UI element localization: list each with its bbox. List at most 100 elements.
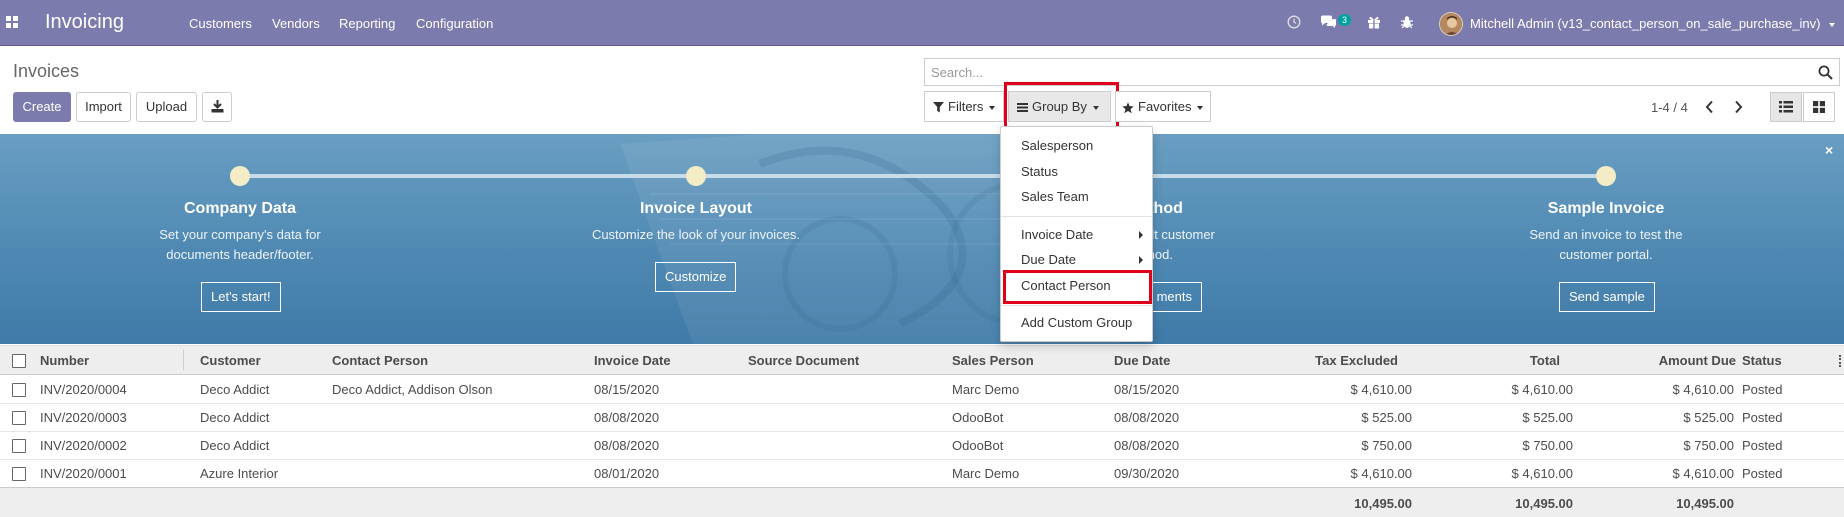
column-header-status[interactable]: Status: [1742, 353, 1782, 368]
cell-due-date: 09/30/2020: [1114, 466, 1180, 481]
user-menu[interactable]: Mitchell Admin (v13_contact_person_on_sa…: [1470, 16, 1835, 31]
upload-button[interactable]: Upload: [136, 92, 197, 122]
column-header-sales-person[interactable]: Sales Person: [952, 353, 1034, 368]
cell-status: Posted: [1742, 438, 1783, 453]
contact-person-highlight: [1003, 270, 1152, 304]
step-description: Customize the look of your invoices.: [591, 227, 801, 242]
favorites-button[interactable]: Favorites: [1115, 91, 1211, 122]
filters-label: Filters: [948, 99, 984, 114]
group-by-due-date[interactable]: Due Date: [1021, 252, 1076, 267]
cell-customer: Deco Addict: [200, 410, 270, 425]
gift-icon[interactable]: [1367, 15, 1381, 29]
row-checkbox[interactable]: [12, 467, 26, 481]
bug-icon[interactable]: [1400, 15, 1414, 29]
table-row[interactable]: INV/2020/0004 Deco Addict Deco Addict, Add…: [0, 376, 1844, 404]
cell-number: INV/2020/0003: [40, 410, 127, 425]
clock-icon[interactable]: [1287, 15, 1301, 29]
cell-total: $ 4,610.00: [1511, 466, 1573, 481]
import-button[interactable]: Import: [76, 92, 131, 122]
chevron-down-icon: [1197, 105, 1204, 110]
table-row[interactable]: INV/2020/0001 Azure Interior 08/01/2020 Mar…: [0, 460, 1844, 488]
row-checkbox[interactable]: [12, 439, 26, 453]
star-icon: [1122, 101, 1134, 113]
step-company-data: Company Data Set your company's data for…: [110, 200, 370, 265]
lets-start-button[interactable]: Let's start!: [201, 282, 281, 312]
customize-button[interactable]: Customize: [655, 262, 737, 292]
column-header-contact-person[interactable]: Contact Person: [332, 353, 428, 368]
cell-total: $ 750.00: [1522, 438, 1573, 453]
page-title[interactable]: Invoices: [13, 61, 79, 82]
list-view-button[interactable]: [1770, 92, 1802, 122]
total-tax-excluded: 10,495.00: [1354, 496, 1412, 511]
cell-tax-excluded: $ 525.00: [1361, 410, 1412, 425]
dropdown-divider: [1001, 216, 1152, 217]
kanban-icon: [1813, 101, 1825, 113]
column-header-customer[interactable]: Customer: [200, 353, 261, 368]
select-all-checkbox[interactable]: [12, 354, 26, 368]
caret-right-icon: [1139, 256, 1143, 264]
filters-button[interactable]: Filters: [924, 91, 1004, 122]
menu-customers[interactable]: Customers: [189, 16, 252, 31]
menu-configuration[interactable]: Configuration: [416, 16, 493, 31]
cell-contact: Deco Addict, Addison Olson: [332, 382, 493, 397]
group-by-invoice-date[interactable]: Invoice Date: [1021, 227, 1093, 242]
cell-status: Posted: [1742, 466, 1783, 481]
cell-customer: Azure Interior: [200, 466, 279, 481]
step-dot: [230, 166, 250, 186]
group-by-highlight: [1004, 82, 1119, 132]
column-header-invoice-date[interactable]: Invoice Date: [594, 353, 671, 368]
cell-status: Posted: [1742, 382, 1783, 397]
column-header-total[interactable]: Total: [1417, 353, 1560, 368]
list-icon: [1779, 101, 1793, 113]
cell-amount-due: $ 525.00: [1683, 410, 1734, 425]
column-header-source-document[interactable]: Source Document: [748, 353, 859, 368]
column-header-number[interactable]: Number: [40, 353, 89, 368]
step-description: documents header/footer.: [166, 247, 314, 262]
dropdown-divider: [1001, 305, 1152, 306]
user-avatar[interactable]: [1439, 12, 1463, 36]
cell-tax-excluded: $ 750.00: [1361, 438, 1412, 453]
app-brand[interactable]: Invoicing: [45, 11, 124, 34]
chevron-down-icon: [989, 105, 996, 110]
menu-reporting[interactable]: Reporting: [339, 16, 395, 31]
cell-sales-person: Marc Demo: [952, 466, 1020, 481]
cell-sales-person: OdooBot: [952, 410, 1004, 425]
step-description: customer portal.: [1559, 247, 1653, 262]
add-custom-group[interactable]: Add Custom Group: [1021, 315, 1132, 330]
group-by-dropdown: Salesperson Status Sales Team Invoice Da…: [1000, 126, 1153, 342]
cell-amount-due: $ 4,610.00: [1672, 382, 1734, 397]
send-sample-button[interactable]: Send sample: [1559, 282, 1655, 312]
close-icon[interactable]: ×: [1825, 142, 1833, 158]
table-row[interactable]: INV/2020/0002 Deco Addict 08/08/2020 OdooBo…: [0, 432, 1844, 460]
group-by-salesperson[interactable]: Salesperson: [1021, 138, 1093, 153]
cell-number: INV/2020/0004: [40, 382, 127, 397]
cell-invoice-date: 08/08/2020: [594, 438, 660, 453]
message-count-badge: 3: [1338, 14, 1352, 26]
group-by-sales-team[interactable]: Sales Team: [1021, 189, 1089, 204]
column-options-icon[interactable]: [1839, 355, 1842, 367]
download-button[interactable]: [202, 92, 232, 122]
previous-page-icon[interactable]: [1705, 100, 1714, 114]
search-icon[interactable]: [1818, 65, 1833, 80]
column-header-amount-due[interactable]: Amount Due: [1578, 353, 1736, 368]
cell-due-date: 08/08/2020: [1114, 410, 1180, 425]
cell-total: $ 525.00: [1522, 410, 1573, 425]
kanban-view-button[interactable]: [1803, 92, 1835, 122]
row-checkbox[interactable]: [12, 411, 26, 425]
table-header: Number Customer Contact Person Invoice D…: [0, 345, 1844, 375]
chat-icon[interactable]: [1320, 15, 1337, 29]
create-button[interactable]: Create: [13, 92, 71, 122]
favorites-label: Favorites: [1138, 99, 1192, 114]
step-title: Company Data: [183, 200, 297, 217]
column-header-tax-excluded[interactable]: Tax Excluded: [1256, 353, 1398, 368]
cell-due-date: 08/15/2020: [1114, 382, 1180, 397]
menu-vendors[interactable]: Vendors: [272, 16, 320, 31]
pager-value[interactable]: 1-4 / 4: [1651, 100, 1688, 115]
column-header-due-date[interactable]: Due Date: [1114, 353, 1170, 368]
group-by-status[interactable]: Status: [1021, 164, 1058, 179]
row-checkbox[interactable]: [12, 383, 26, 397]
next-page-icon[interactable]: [1734, 100, 1743, 114]
user-name: Mitchell Admin (v13_contact_person_on_sa…: [1470, 16, 1821, 31]
table-row[interactable]: INV/2020/0003 Deco Addict 08/08/2020 OdooBo…: [0, 404, 1844, 432]
apps-icon[interactable]: [6, 16, 19, 29]
